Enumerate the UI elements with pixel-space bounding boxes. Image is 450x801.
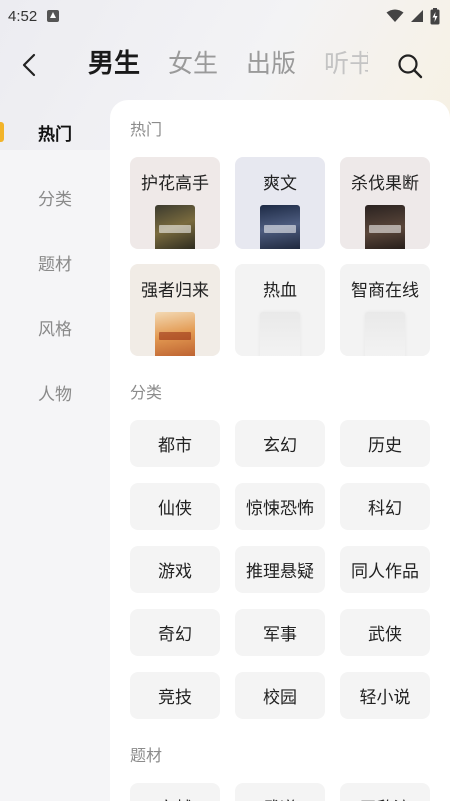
hot-card[interactable]: 热血 — [235, 264, 325, 356]
wifi-icon — [386, 9, 404, 22]
category-pill[interactable]: 历史 — [340, 420, 430, 467]
hot-card-label: 热血 — [263, 281, 297, 301]
section-title-hot: 热门 — [130, 120, 163, 139]
hot-card[interactable]: 爽文 — [235, 157, 325, 249]
sidebar-item-style[interactable]: 风格 — [0, 295, 110, 360]
hot-card[interactable]: 杀伐果断 — [340, 157, 430, 249]
category-grid: 都市 玄幻 历史 仙侠 惊悚恐怖 科幻 游戏 推理悬疑 同人作品 奇幻 军事 武… — [130, 420, 430, 719]
back-icon[interactable] — [18, 52, 42, 78]
category-pill[interactable]: 玄幻 — [235, 420, 325, 467]
topic-pill[interactable]: 无敌流 — [340, 783, 430, 801]
category-pill[interactable]: 科幻 — [340, 483, 430, 530]
hot-card[interactable]: 强者归来 — [130, 264, 220, 356]
tab-audiobook[interactable]: 听书 — [324, 46, 368, 86]
cover-title-mark — [159, 225, 191, 233]
sidebar-item-category[interactable]: 分类 — [0, 165, 110, 230]
app-notification-icon — [47, 10, 60, 22]
hot-card-label: 杀伐果断 — [351, 174, 419, 194]
sidebar-item-topic[interactable]: 题材 — [0, 230, 110, 295]
topic-pill[interactable]: 穿越 — [130, 783, 220, 801]
category-pill[interactable]: 轻小说 — [340, 672, 430, 719]
content-panel: 热门 护花高手 爽文 杀伐果断 强者归来 热血 智商在线 分类 都市 玄幻 历史… — [110, 100, 450, 801]
section-title-topic: 题材 — [130, 746, 163, 765]
status-time: 4:52 — [8, 7, 38, 25]
topic-grid: 穿越 武道 无敌流 — [130, 783, 430, 801]
section-title-category: 分类 — [130, 383, 163, 402]
cover-title-mark — [369, 225, 401, 233]
category-sidebar: 热门 分类 题材 风格 人物 — [0, 100, 110, 425]
category-pill[interactable]: 军事 — [235, 609, 325, 656]
topic-pill[interactable]: 武道 — [235, 783, 325, 801]
category-pill[interactable]: 竞技 — [130, 672, 220, 719]
hot-card-label: 爽文 — [263, 174, 297, 194]
hot-card-label: 智商在线 — [351, 281, 419, 301]
tab-female[interactable]: 女生 — [168, 46, 218, 86]
category-pill[interactable]: 惊悚恐怖 — [235, 483, 325, 530]
cover-title-mark — [264, 225, 296, 233]
book-cover-image — [155, 205, 195, 249]
top-navigation: 男生 女生 出版 听书 — [0, 40, 450, 90]
tab-publish[interactable]: 出版 — [246, 46, 296, 86]
hot-card[interactable]: 护花高手 — [130, 157, 220, 249]
hot-card-label: 护花高手 — [141, 174, 209, 194]
book-cover-placeholder — [260, 312, 300, 356]
book-cover-placeholder — [365, 312, 405, 356]
sidebar-item-character[interactable]: 人物 — [0, 360, 110, 425]
search-icon[interactable] — [396, 52, 424, 80]
book-cover-image — [155, 312, 195, 356]
category-pill[interactable]: 武侠 — [340, 609, 430, 656]
sidebar-item-hot[interactable]: 热门 — [0, 100, 110, 165]
category-pill[interactable]: 推理悬疑 — [235, 546, 325, 593]
category-pill[interactable]: 奇幻 — [130, 609, 220, 656]
category-pill[interactable]: 校园 — [235, 672, 325, 719]
battery-icon — [430, 7, 440, 24]
hot-card[interactable]: 智商在线 — [340, 264, 430, 356]
book-cover-image — [365, 205, 405, 249]
tab-male[interactable]: 男生 — [88, 46, 140, 86]
category-pill[interactable]: 都市 — [130, 420, 220, 467]
status-bar: 4:52 — [0, 0, 450, 32]
channel-tabs: 男生 女生 出版 听书 — [88, 46, 368, 86]
category-pill[interactable]: 同人作品 — [340, 546, 430, 593]
hot-card-label: 强者归来 — [141, 281, 209, 301]
book-cover-image — [260, 205, 300, 249]
hot-grid: 护花高手 爽文 杀伐果断 强者归来 热血 智商在线 — [130, 157, 430, 356]
category-pill[interactable]: 游戏 — [130, 546, 220, 593]
cover-title-mark — [159, 332, 191, 340]
signal-icon — [411, 10, 423, 22]
category-pill[interactable]: 仙侠 — [130, 483, 220, 530]
status-icons — [386, 7, 440, 25]
